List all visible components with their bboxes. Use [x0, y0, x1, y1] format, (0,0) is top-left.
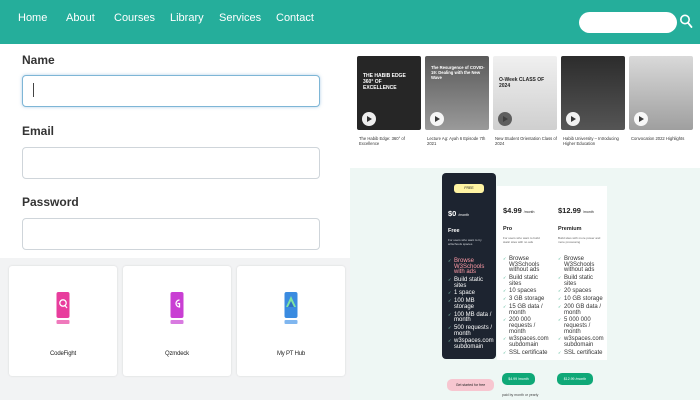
feature-item: 100 MB storage	[448, 298, 496, 310]
app-grid: CodeFight Qzmdeck My PT Hub	[0, 258, 350, 400]
feature-list: Browse W3Schools without ads Build stati…	[503, 256, 551, 358]
video-thumbnail[interactable]: The Resurgence of COVID-19: Dealing with…	[425, 56, 489, 130]
app-label: Qzmdeck	[165, 351, 189, 357]
video-card[interactable]: THE HABIB EDGE 360° OF EXCELLENCE The Ha…	[357, 56, 421, 156]
video-title[interactable]: Convocation 2022 Highlights	[631, 136, 693, 141]
feature-item: Browse W3Schools with ads	[448, 258, 496, 276]
nav-about[interactable]: About	[66, 12, 95, 24]
thumbnail-title: O-Week CLASS OF 2024	[499, 77, 545, 89]
billing-note: paid by month or yearly	[502, 393, 539, 397]
get-started-free-button[interactable]: Get started for free	[447, 379, 494, 391]
plan-card-free: FREE $0/month Free For users who want to…	[442, 173, 496, 359]
plan-name: Free	[448, 228, 460, 234]
feature-item: Browse W3Schools without ads	[503, 256, 551, 274]
email-label: Email	[22, 124, 55, 138]
feature-item: 200 000 requests / month	[503, 317, 551, 335]
text-caret	[33, 83, 34, 97]
feature-item: Browse W3Schools without ads	[558, 256, 606, 274]
nav-library[interactable]: Library	[170, 12, 204, 24]
video-thumbnail[interactable]: O-Week CLASS OF 2024	[493, 56, 557, 130]
pricing-section: FREE $0/month Free For users who want to…	[350, 168, 700, 400]
nav-courses[interactable]: Courses	[114, 12, 155, 24]
feature-item: SSL certificate	[558, 350, 606, 357]
video-title[interactable]: Habib University – Introducing Higher Ed…	[563, 136, 625, 147]
email-field[interactable]	[22, 147, 320, 179]
app-card-mypthub[interactable]: My PT Hub	[237, 266, 345, 376]
plan-description: For users who want to try w3schools spac…	[448, 238, 482, 246]
feature-list: Browse W3Schools without ads Build stati…	[558, 256, 606, 358]
top-navbar: Home About Courses Library Services Cont…	[0, 0, 700, 44]
signup-form: Name Email Password	[0, 44, 350, 259]
search-icon[interactable]	[679, 13, 693, 29]
video-thumbnail[interactable]: THE HABIB EDGE 360° OF EXCELLENCE	[357, 56, 421, 130]
codefight-icon	[56, 292, 70, 324]
feature-item: 5 000 000 requests / month	[558, 317, 606, 335]
plan-name: Premium	[558, 226, 582, 232]
feature-item: 1 space	[448, 291, 496, 297]
play-icon[interactable]	[634, 112, 648, 126]
feature-item: 20 spaces	[558, 289, 606, 295]
plan-badge: FREE	[454, 184, 484, 193]
feature-item: 10 GB storage	[558, 296, 606, 303]
app-card-qzmdeck[interactable]: Qzmdeck	[123, 266, 231, 376]
plan-price: $4.99/month	[503, 206, 535, 215]
video-thumbnail[interactable]	[629, 56, 693, 130]
app-label: CodeFight	[50, 351, 76, 357]
search-input[interactable]	[579, 12, 677, 33]
video-strip: THE HABIB EDGE 360° OF EXCELLENCE The Ha…	[350, 44, 700, 168]
name-field[interactable]	[22, 75, 320, 107]
plan-name: Pro	[503, 226, 513, 232]
feature-item: Build static sites	[503, 275, 551, 287]
feature-item: Build static sites	[448, 277, 496, 289]
nav-services[interactable]: Services	[219, 12, 261, 24]
plan-card-pro: $4.99/month Pro For users who want to bu…	[497, 186, 552, 360]
app-label: My PT Hub	[276, 351, 306, 357]
qzmdeck-icon	[170, 292, 184, 324]
video-card[interactable]: O-Week CLASS OF 2024 New Student Orienta…	[493, 56, 557, 156]
feature-item: w3spaces.com subdomain	[448, 338, 496, 350]
feature-item: w3spaces.com subdomain	[558, 336, 606, 348]
play-icon[interactable]	[498, 112, 512, 126]
nav-home[interactable]: Home	[18, 12, 47, 24]
play-icon[interactable]	[362, 112, 376, 126]
feature-item: w3spaces.com subdomain	[503, 336, 551, 348]
play-icon[interactable]	[566, 112, 580, 126]
password-field[interactable]	[22, 218, 320, 250]
feature-item: SSL certificate	[503, 350, 551, 357]
subscribe-pro-button[interactable]: $4.99 /month	[502, 373, 535, 385]
video-title[interactable]: Lecture Ag: Ayah 6 Episode 7th 2021	[427, 136, 489, 147]
video-title[interactable]: The Habib Edge: 360° of Excellence	[359, 136, 421, 147]
thumbnail-title: THE HABIB EDGE 360° OF EXCELLENCE	[363, 73, 406, 91]
video-card[interactable]: The Resurgence of COVID-19: Dealing with…	[425, 56, 489, 156]
feature-item: Build static sites	[558, 275, 606, 287]
plan-description: Build sites with more power and more pro…	[558, 236, 601, 244]
nav-contact[interactable]: Contact	[276, 12, 314, 24]
video-card[interactable]: Habib University – Introducing Higher Ed…	[561, 56, 625, 156]
video-card[interactable]: Convocation 2022 Highlights	[629, 56, 693, 156]
video-thumbnail[interactable]	[561, 56, 625, 130]
video-title[interactable]: New Student Orientation Class of 2024	[495, 136, 557, 147]
feature-item: 200 GB data / month	[558, 304, 606, 316]
feature-item: 15 GB data / month	[503, 304, 551, 316]
plan-price: $0/month	[448, 209, 470, 218]
thumbnail-title: The Resurgence of COVID-19: Dealing with…	[431, 65, 485, 80]
feature-item: 100 MB data / month	[448, 312, 496, 324]
name-label: Name	[22, 53, 55, 67]
plan-price: $12.99/month	[558, 206, 594, 215]
feature-item: 10 spaces	[503, 289, 551, 295]
app-card-codefight[interactable]: CodeFight	[9, 266, 117, 376]
feature-list: Browse W3Schools with ads Build static s…	[448, 258, 496, 353]
feature-item: 500 requests / month	[448, 325, 496, 337]
subscribe-premium-button[interactable]: $12.99 /month	[557, 373, 593, 385]
feature-item: 3 GB storage	[503, 296, 551, 303]
play-icon[interactable]	[430, 112, 444, 126]
password-label: Password	[22, 195, 79, 209]
plan-description: For users who want to build static sites…	[503, 236, 540, 244]
plan-card-premium: $12.99/month Premium Build sites with mo…	[552, 186, 607, 360]
mypthub-icon	[284, 292, 298, 324]
